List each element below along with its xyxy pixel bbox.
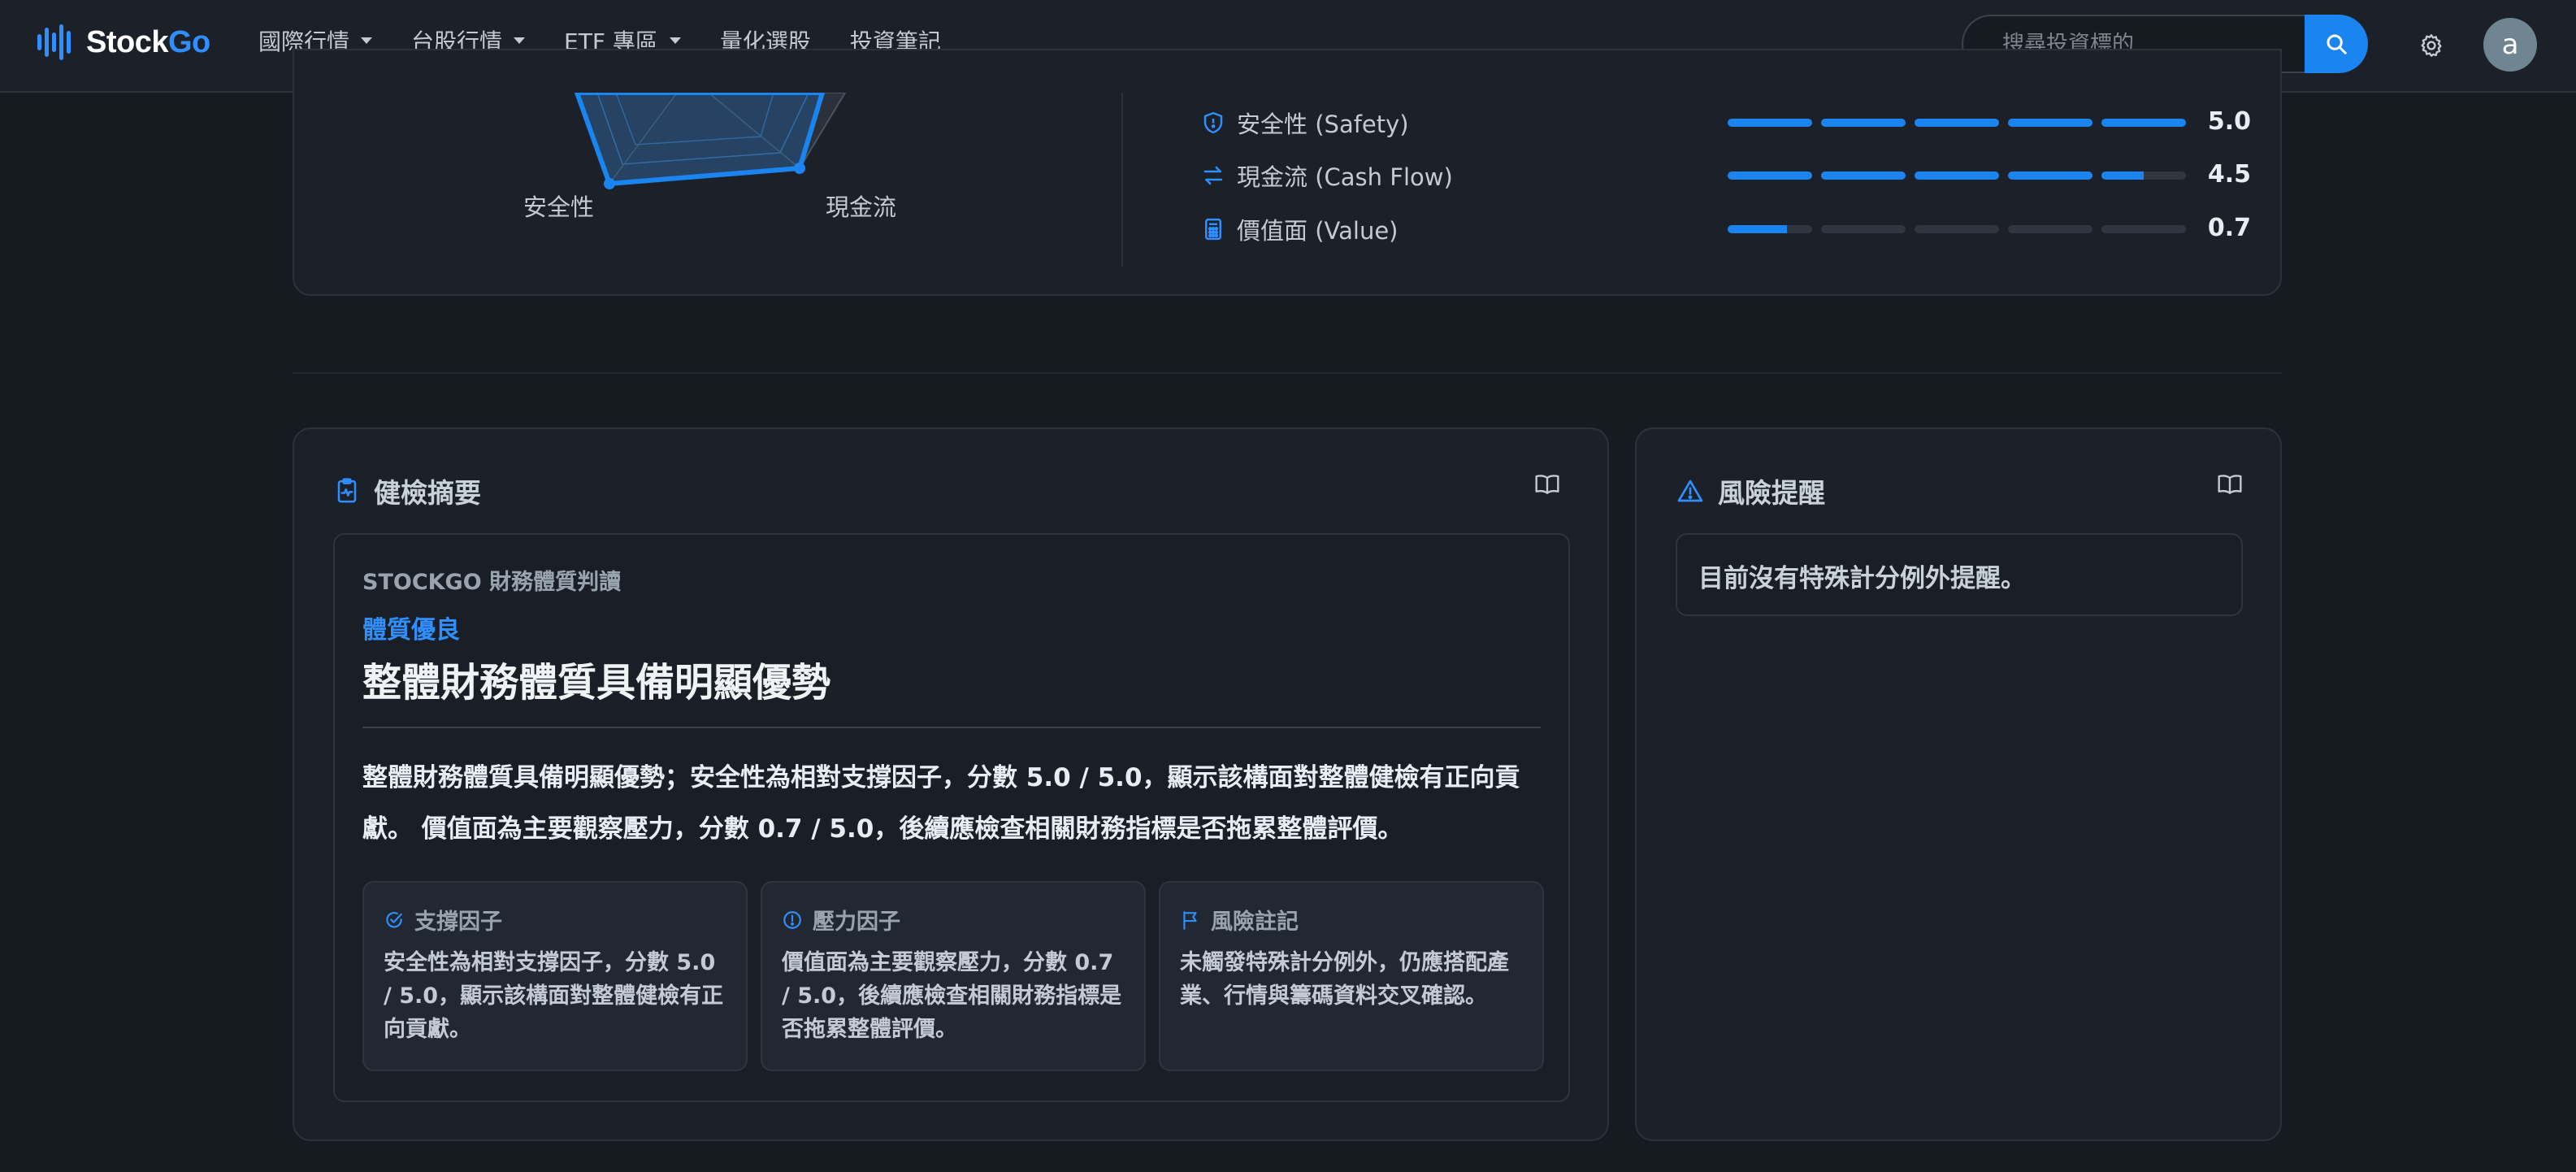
score-bar-segment <box>2101 171 2186 180</box>
alert-circle-icon <box>783 910 801 929</box>
score-bar-segment <box>1728 119 1812 127</box>
score-bar-cashflow <box>1728 171 2195 180</box>
metric-label: 安全性 (Safety) <box>1237 111 1409 138</box>
radar-point-cashflow <box>794 163 805 174</box>
score-bar-segment <box>1915 119 1999 127</box>
factor-title: 支撐因子 <box>414 909 502 935</box>
metric-row-value: 價值面 (Value) <box>1201 211 1398 247</box>
warning-triangle-icon <box>1677 480 1703 502</box>
summary-panel: STOCKGO 財務體質判讀 體質優良 整體財務體質具備明顯優勢 整體財務體質具… <box>333 533 1570 1102</box>
score-bar-segment <box>1915 225 1999 233</box>
shield-icon <box>1203 111 1223 134</box>
score-bar-segment <box>2008 225 2092 233</box>
pressure-factor-card: 壓力因子 價值面為主要觀察壓力，分數 0.7 / 5.0，後續應檢查相關財務指標… <box>761 881 1146 1071</box>
score-bar-safety <box>1728 119 2195 127</box>
risk-alert-card: 風險提醒 目前沒有特殊計分例外提醒。 <box>1635 428 2282 1141</box>
check-badge-icon <box>386 911 402 928</box>
score-bar-segment <box>1915 171 1999 180</box>
factor-text: 安全性為相對支撐因子，分數 5.0 / 5.0，顯示該構面對整體健檢有正向貢獻。 <box>384 950 724 1042</box>
metric-row-safety: 安全性 (Safety) <box>1201 105 1409 141</box>
card-title: 健檢摘要 <box>335 471 481 510</box>
book-icon[interactable] <box>1534 473 1560 496</box>
score-bar-fill <box>2008 171 2092 180</box>
score-bar-fill <box>1821 119 1906 127</box>
risk-message: 目前沒有特殊計分例外提醒。 <box>1698 564 2026 593</box>
metric-row-cashflow: 現金流 (Cash Flow) <box>1201 158 1453 193</box>
section-divider <box>293 372 2282 374</box>
clipboard-pulse-icon <box>337 478 357 503</box>
score-bar-segment <box>1728 225 1812 233</box>
summary-body: 整體財務體質具備明顯優勢；安全性為相對支撐因子，分數 5.0 / 5.0，顯示該… <box>362 763 1520 844</box>
support-factor-card: 支撐因子 安全性為相對支撐因子，分數 5.0 / 5.0，顯示該構面對整體健檢有… <box>362 881 748 1071</box>
score-bar-fill <box>1915 171 1999 180</box>
summary-headline: 整體財務體質具備明顯優勢 <box>362 660 831 705</box>
calculator-icon <box>1205 218 1221 241</box>
card-divider <box>1121 93 1123 267</box>
chevron-down-icon <box>361 37 373 44</box>
avatar[interactable]: a <box>2483 18 2537 72</box>
book-icon[interactable] <box>2217 473 2243 496</box>
score-bar-segment <box>1821 225 1906 233</box>
radar-label-safety: 安全性 <box>523 193 595 221</box>
score-bar-fill <box>1821 171 1906 180</box>
chevron-down-icon <box>669 37 681 44</box>
factor-text: 未觸發特殊計分例外，仍應搭配產業、行情與籌碼資料交叉確認。 <box>1180 950 1509 1009</box>
settings-button[interactable] <box>2413 28 2449 63</box>
exchange-icon <box>1203 166 1223 185</box>
score-value-cashflow: 4.5 <box>2207 160 2251 189</box>
score-bar-fill <box>2008 119 2092 127</box>
risk-message-panel: 目前沒有特殊計分例外提醒。 <box>1676 533 2243 616</box>
risk-note-card: 風險註記 未觸發特殊計分例外，仍應搭配產業、行情與籌碼資料交叉確認。 <box>1159 881 1544 1071</box>
score-bar-fill <box>1915 119 1999 127</box>
summary-divider <box>362 727 1541 728</box>
score-bar-fill <box>2101 171 2144 180</box>
score-bar-value <box>1728 225 2195 233</box>
logo-bars-icon <box>37 24 71 60</box>
radar-data-area <box>575 90 825 186</box>
health-summary-card: 健檢摘要 STOCKGO 財務體質判讀 體質優良 整體財務體質具備明顯優勢 整體… <box>293 428 1609 1141</box>
score-bar-segment <box>1821 119 1906 127</box>
score-bar-fill <box>1728 225 1787 233</box>
gear-icon <box>2421 34 2442 57</box>
card-title: 風險提醒 <box>1677 471 1825 510</box>
factor-title: 風險註記 <box>1211 909 1299 935</box>
metric-label: 現金流 (Cash Flow) <box>1237 163 1453 191</box>
radar-chart: 安全性 現金流 <box>488 76 897 226</box>
score-bar-segment <box>1728 171 1812 180</box>
search-icon <box>2327 34 2347 54</box>
score-bar-fill <box>1728 171 1812 180</box>
factor-text: 價值面為主要觀察壓力，分數 0.7 / 5.0，後續應檢查相關財務指標是否拖累整… <box>782 950 1122 1042</box>
score-bar-segment <box>2008 119 2092 127</box>
radar-label-cashflow: 現金流 <box>826 193 897 221</box>
score-bar-segment <box>2101 119 2186 127</box>
score-bar-fill <box>1728 119 1812 127</box>
flag-icon <box>1183 910 1197 930</box>
score-value-safety: 5.0 <box>2207 107 2251 136</box>
summary-eyebrow: STOCKGO 財務體質判讀 <box>362 570 622 595</box>
factor-title: 壓力因子 <box>813 909 900 935</box>
logo-text: StockGo <box>86 24 210 59</box>
logo[interactable]: StockGo <box>36 23 210 62</box>
score-value-value: 0.7 <box>2207 214 2251 242</box>
verdict-label: 體質優良 <box>362 616 460 645</box>
search-button[interactable] <box>2305 15 2368 73</box>
score-bar-fill <box>2101 119 2186 127</box>
chevron-down-icon <box>514 37 526 44</box>
score-bar-segment <box>1821 171 1906 180</box>
radar-point-safety <box>604 178 615 189</box>
score-bar-segment <box>2101 225 2186 233</box>
metric-label: 價值面 (Value) <box>1237 217 1399 245</box>
score-bar-segment <box>2008 171 2092 180</box>
